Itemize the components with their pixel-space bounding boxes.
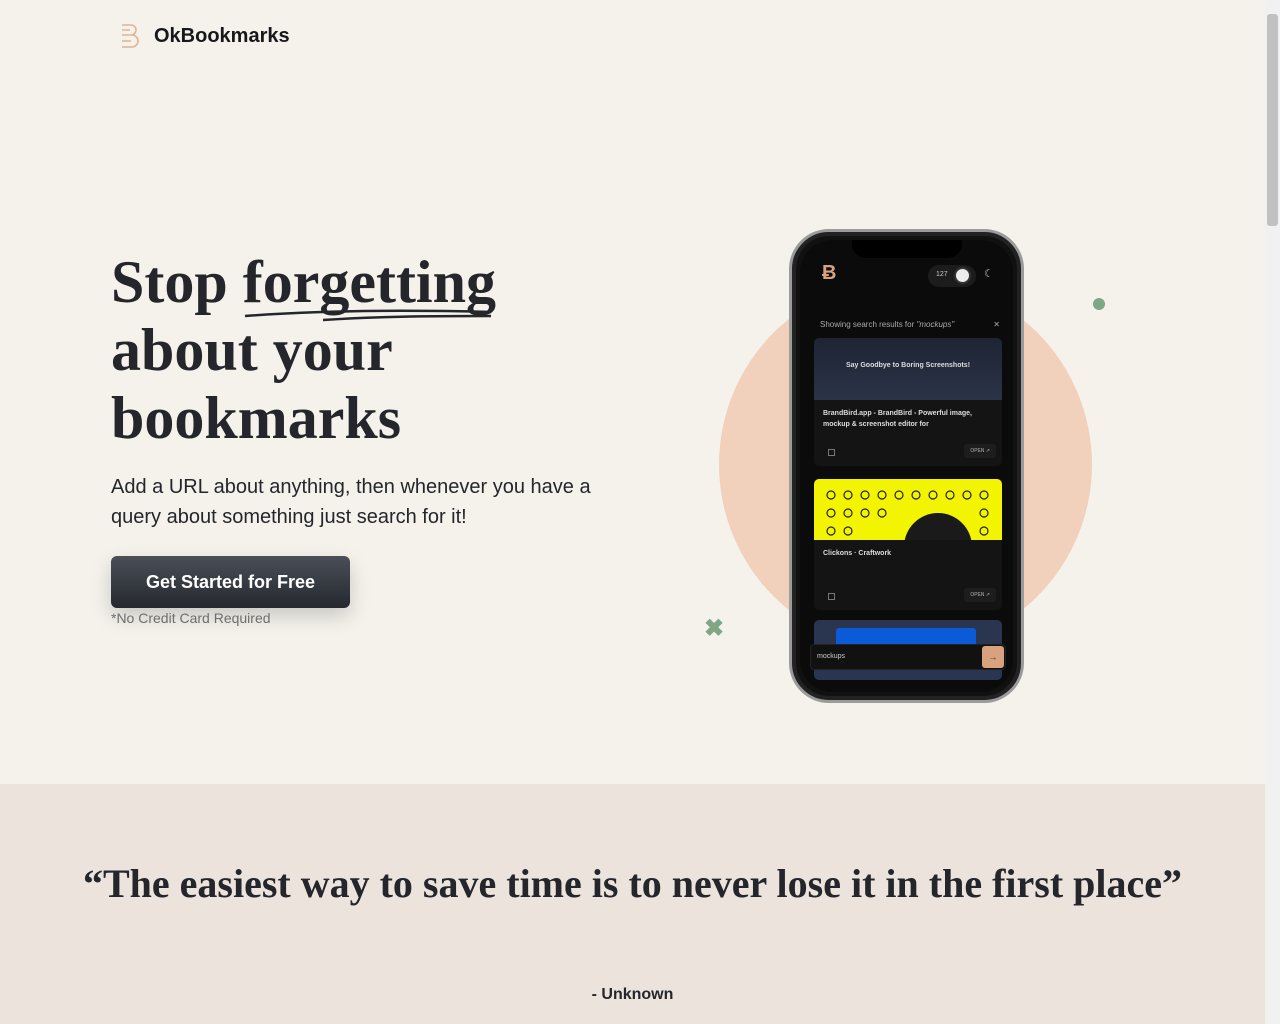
- card-thumbnail: Say Goodbye to Boring Screenshots!: [814, 338, 1002, 400]
- copy-icon[interactable]: [828, 449, 835, 456]
- hero-title: Stop forgetting about your bookmarks: [111, 249, 496, 451]
- phone-mockup: Ƀ 127 ☾ Showing search results for "mock…: [789, 229, 1024, 703]
- search-results-label: Showing search results for "mockups" ✕: [820, 320, 1000, 329]
- hero-subtitle: Add a URL about anything, then whenever …: [111, 476, 591, 528]
- open-button[interactable]: OPEN ↗: [964, 588, 996, 602]
- get-started-button[interactable]: Get Started for Free: [111, 556, 350, 608]
- logo[interactable]: OkBookmarks: [118, 22, 290, 50]
- bookmark-card[interactable]: Say Goodbye to Boring Screenshots! Brand…: [814, 338, 1002, 466]
- close-icon: ✕: [993, 320, 1000, 329]
- arrow-right-icon[interactable]: →: [982, 646, 1004, 668]
- bookmark-card[interactable]: Clickons · Craftwork OPEN ↗: [814, 479, 1002, 610]
- brand-name: OkBookmarks: [154, 24, 290, 47]
- card-title: Clickons · Craftwork: [823, 550, 892, 557]
- open-button[interactable]: OPEN ↗: [964, 444, 996, 458]
- card-title: BrandBird.app - BrandBird - Powerful ima…: [823, 410, 972, 428]
- copy-icon[interactable]: [828, 593, 835, 600]
- app-logo-icon: Ƀ: [822, 262, 837, 284]
- card-thumbnail: [814, 479, 1002, 581]
- phone-notch: [852, 240, 962, 258]
- moon-icon: ☾: [984, 268, 994, 280]
- no-credit-card-note: *No Credit Card Required: [111, 610, 271, 626]
- quote-author: - Unknown: [591, 986, 674, 1003]
- scrollbar-thumb[interactable]: [1267, 14, 1278, 226]
- quote-text: “The easiest way to save time is to neve…: [82, 861, 1183, 906]
- decorative-dot: [1093, 298, 1105, 310]
- scrollbar[interactable]: [1265, 0, 1280, 1024]
- logo-icon: [122, 24, 139, 48]
- search-input[interactable]: mockups →: [810, 644, 1006, 670]
- underline-scribble: [244, 309, 491, 322]
- decorative-cross-icon: ✖: [704, 615, 725, 642]
- avatar: [954, 267, 971, 284]
- underlined-word: forgetting: [242, 249, 496, 315]
